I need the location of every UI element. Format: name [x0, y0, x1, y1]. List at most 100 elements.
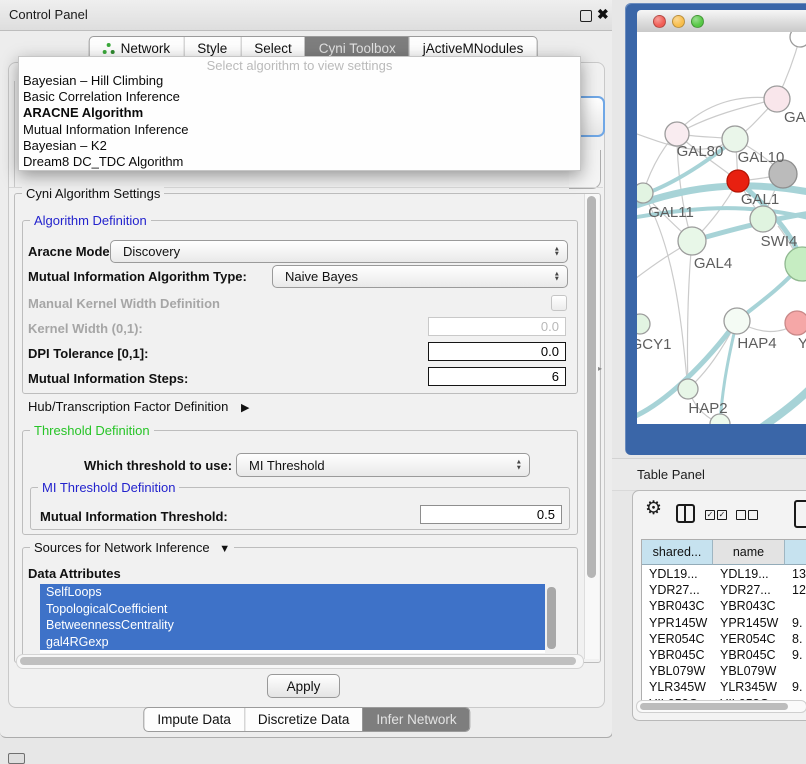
- table-cell[interactable]: YDL19...: [713, 566, 785, 582]
- settings-vertical-scrollbar[interactable]: [584, 194, 599, 659]
- table-cell[interactable]: YPR145W: [713, 615, 785, 631]
- panel-divider-collapse-icon[interactable]: ▸: [598, 364, 602, 373]
- table-cell[interactable]: 8.: [785, 631, 806, 647]
- network-window-titlebar[interactable]: [637, 10, 806, 33]
- mi-threshold-field[interactable]: 0.5: [420, 505, 562, 524]
- bottom-tab-infer-network[interactable]: Infer Network: [362, 708, 469, 731]
- data-attributes-label: Data Attributes: [28, 566, 121, 581]
- mi-threshold-label: Mutual Information Threshold:: [40, 509, 228, 524]
- algorithm-option[interactable]: ARACNE Algorithm: [19, 105, 580, 121]
- mi-type-label: Mutual Information Algorithm Type:: [28, 269, 247, 284]
- close-window-icon[interactable]: ✖: [597, 6, 609, 23]
- sources-title-toggle[interactable]: Sources for Network Inference ▼: [30, 540, 234, 555]
- table-cell[interactable]: YPR145W: [642, 615, 713, 631]
- table-horizontal-scrollbar[interactable]: [636, 700, 806, 713]
- network-node-label: GCY1: [637, 336, 671, 353]
- data-attribute-item[interactable]: SelfLoops: [40, 584, 545, 601]
- gear-icon[interactable]: ⚙: [645, 497, 662, 520]
- network-node[interactable]: [785, 311, 806, 335]
- table-cell[interactable]: YBR043C: [642, 598, 713, 614]
- data-attributes-list[interactable]: SelfLoopsTopologicalCoefficientBetweenne…: [40, 584, 545, 653]
- table-cell[interactable]: YER054C: [713, 631, 785, 647]
- bottom-tab-discretize-data[interactable]: Discretize Data: [244, 708, 363, 731]
- data-attribute-item[interactable]: BetweennessCentrality: [40, 617, 545, 634]
- table-cell[interactable]: YDR27...: [642, 582, 713, 598]
- manual-kernel-checkbox[interactable]: [551, 295, 567, 311]
- table-cell[interactable]: 9.: [785, 615, 806, 631]
- table-cell[interactable]: YBL079W: [642, 663, 713, 679]
- dpi-tolerance-field[interactable]: 0.0: [428, 342, 566, 361]
- threshold-definition-title: Threshold Definition: [30, 423, 154, 438]
- cyni-algorithm-settings-title: Cyni Algorithm Settings: [22, 186, 164, 201]
- table-cell[interactable]: YER054C: [642, 631, 713, 647]
- table-cell[interactable]: 12: [785, 582, 806, 598]
- which-threshold-select[interactable]: MI Threshold ▲▼: [236, 453, 530, 477]
- table-column-header[interactable]: name: [713, 540, 785, 565]
- table-hscrollbar-thumb[interactable]: [640, 703, 788, 710]
- mi-type-value: Naive Bayes: [285, 269, 358, 284]
- network-canvas[interactable]: GALGAL80GAL10GAL1GAL11SWI4GAL4GCY1HAP4YH…: [637, 32, 806, 424]
- table-cell[interactable]: YDR27...: [713, 582, 785, 598]
- aracne-mode-select[interactable]: Discovery ▲▼: [110, 240, 568, 263]
- table-cell[interactable]: YBR045C: [713, 647, 785, 663]
- dpi-tolerance-label: DPI Tolerance [0,1]:: [28, 346, 148, 361]
- collapse-right-icon[interactable]: ▶: [241, 402, 249, 414]
- float-window-icon[interactable]: [580, 10, 592, 22]
- hub-section-toggle[interactable]: Hub/Transcription Factor Definition ▶: [28, 399, 249, 414]
- select-all-check-icon[interactable]: ✓: [717, 510, 727, 520]
- mi-steps-field[interactable]: 6: [428, 367, 566, 386]
- aracne-mode-value: Discovery: [123, 244, 180, 259]
- data-attribute-item[interactable]: gal4RGexp: [40, 634, 545, 651]
- select-all-check-icon[interactable]: ✓: [705, 510, 715, 520]
- network-node[interactable]: [637, 183, 653, 203]
- mi-steps-label: Mutual Information Steps:: [28, 371, 188, 386]
- table-cell[interactable]: YBL079W: [713, 663, 785, 679]
- network-node[interactable]: [678, 379, 698, 399]
- table-cell[interactable]: YLR345W: [642, 679, 713, 695]
- split-columns-icon[interactable]: [676, 504, 695, 523]
- algorithm-option[interactable]: Mutual Information Inference: [19, 122, 580, 138]
- network-node[interactable]: [724, 308, 750, 334]
- close-traffic-light[interactable]: [653, 15, 666, 28]
- table-cell[interactable]: [785, 598, 806, 614]
- zoom-traffic-light[interactable]: [691, 15, 704, 28]
- table-column-header[interactable]: [785, 540, 806, 565]
- algorithm-option[interactable]: Bayesian – Hill Climbing: [19, 73, 580, 89]
- algorithm-option[interactable]: Dream8 DC_TDC Algorithm: [19, 154, 580, 170]
- kernel-width-field[interactable]: 0.0: [428, 317, 566, 336]
- network-node[interactable]: [727, 170, 749, 192]
- deselect-box-icon[interactable]: [736, 510, 746, 520]
- apply-button[interactable]: Apply: [267, 674, 340, 698]
- attributes-scrollbar-thumb[interactable]: [547, 587, 556, 649]
- table-cell[interactable]: YDL19...: [642, 566, 713, 582]
- collapse-down-icon[interactable]: ▼: [219, 543, 230, 555]
- mi-type-select[interactable]: Naive Bayes ▲▼: [272, 265, 568, 288]
- page-icon[interactable]: [794, 500, 806, 528]
- network-node[interactable]: [790, 32, 806, 47]
- table-cell[interactable]: YLR345W: [713, 679, 785, 695]
- deselect-box-icon[interactable]: [748, 510, 758, 520]
- network-node[interactable]: [637, 314, 650, 334]
- table-panel-window: ⚙ ✓ ✓ shared...name YDL19...YDL19...13YD…: [632, 490, 806, 721]
- settings-hscrollbar-thumb[interactable]: [20, 657, 576, 665]
- settings-horizontal-scrollbar[interactable]: [16, 654, 584, 669]
- clipped-icon-fragment: [8, 753, 25, 764]
- bottom-tab-impute-data[interactable]: Impute Data: [144, 708, 244, 731]
- network-node[interactable]: [678, 227, 706, 255]
- minimize-traffic-light[interactable]: [672, 15, 685, 28]
- table-cell[interactable]: 13: [785, 566, 806, 582]
- network-node[interactable]: [750, 206, 776, 232]
- table-column-header[interactable]: shared...: [642, 540, 713, 565]
- algorithm-option[interactable]: Bayesian – K2: [19, 138, 580, 154]
- table-cell[interactable]: YBR043C: [713, 598, 785, 614]
- table-cell[interactable]: YBR045C: [642, 647, 713, 663]
- network-edge: [755, 388, 806, 424]
- bottom-tab-label: Infer Network: [376, 712, 456, 727]
- settings-scrollbar-thumb[interactable]: [587, 196, 596, 578]
- algorithm-option[interactable]: Basic Correlation Inference: [19, 89, 580, 105]
- table-cell[interactable]: 9.: [785, 647, 806, 663]
- table-cell[interactable]: [785, 663, 806, 679]
- manual-kernel-label: Manual Kernel Width Definition: [28, 296, 220, 311]
- data-attribute-item[interactable]: TopologicalCoefficient: [40, 601, 545, 618]
- table-cell[interactable]: 9.: [785, 679, 806, 695]
